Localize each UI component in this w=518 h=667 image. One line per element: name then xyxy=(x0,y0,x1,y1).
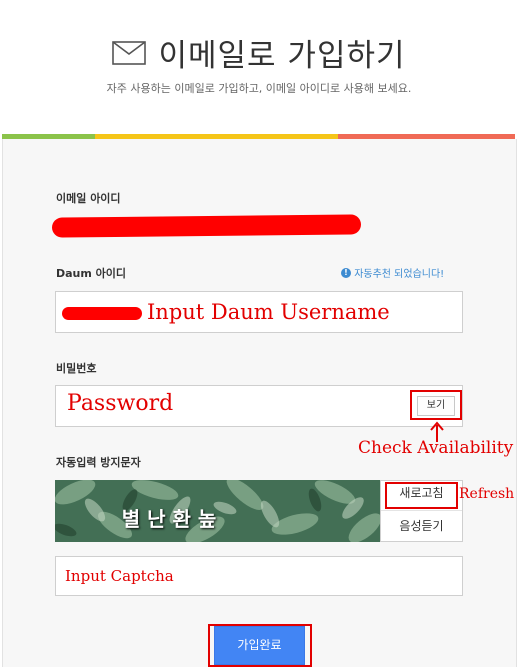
annotation-captcha: Input Captcha xyxy=(65,567,174,585)
annotation-check: Check Availability xyxy=(358,438,514,458)
annotation-username: Input Daum Username xyxy=(147,300,390,324)
captcha-text: 별난환높 xyxy=(121,507,224,531)
daum-id-label: Daum 아이디 xyxy=(56,267,127,280)
page-title: 이메일로 가입하기 xyxy=(0,30,518,75)
submit-button[interactable]: 가입완료 xyxy=(214,626,305,665)
recommend-notice: ! 자동추천 되었습니다! xyxy=(341,265,444,280)
captcha-label: 자동입력 방지문자 xyxy=(56,456,141,469)
annotation-refresh: Refresh xyxy=(459,486,515,502)
audio-captcha-button[interactable]: 음성듣기 xyxy=(380,517,463,534)
highlight-view-button xyxy=(410,390,462,420)
page-title-text: 이메일로 가입하기 xyxy=(158,38,406,74)
highlight-refresh-button xyxy=(385,482,458,509)
email-id-label: 이메일 아이디 xyxy=(56,192,121,205)
captcha-divider xyxy=(381,510,462,511)
page-subtitle: 자주 사용하는 이메일로 가입하고, 이메일 아이디로 사용해 보세요. xyxy=(106,82,412,95)
info-icon: ! xyxy=(341,268,351,278)
redacted-username xyxy=(62,307,142,320)
redacted-email xyxy=(51,214,362,238)
mail-icon xyxy=(112,37,147,73)
recommend-notice-text: 자동추천 되었습니다! xyxy=(354,269,445,280)
password-label: 비밀번호 xyxy=(56,362,97,375)
annotation-password: Password xyxy=(67,391,174,416)
